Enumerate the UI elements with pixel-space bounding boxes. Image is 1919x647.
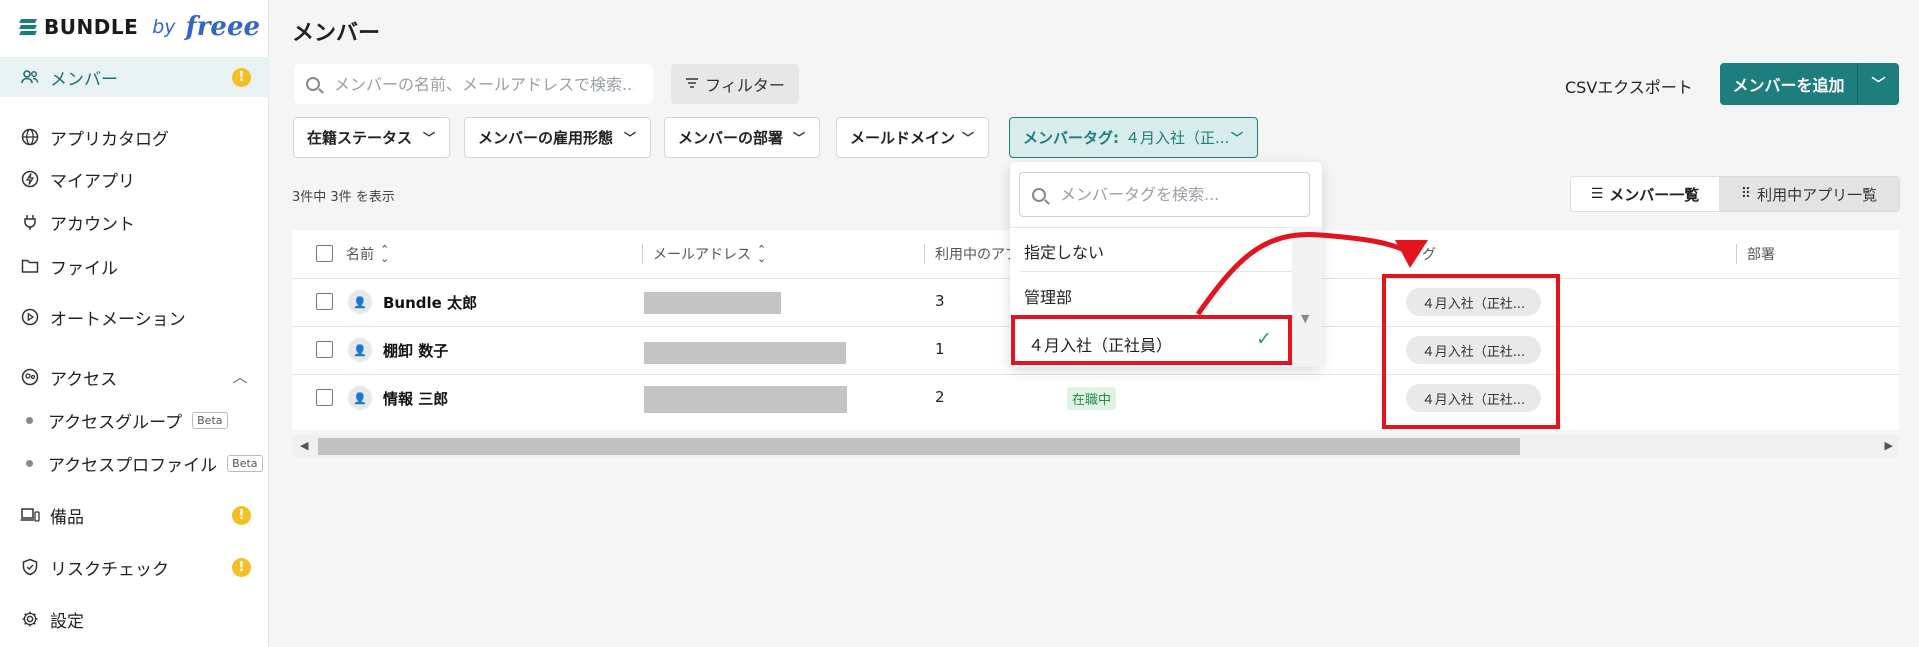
annotation-arrow-icon xyxy=(1195,231,1428,316)
